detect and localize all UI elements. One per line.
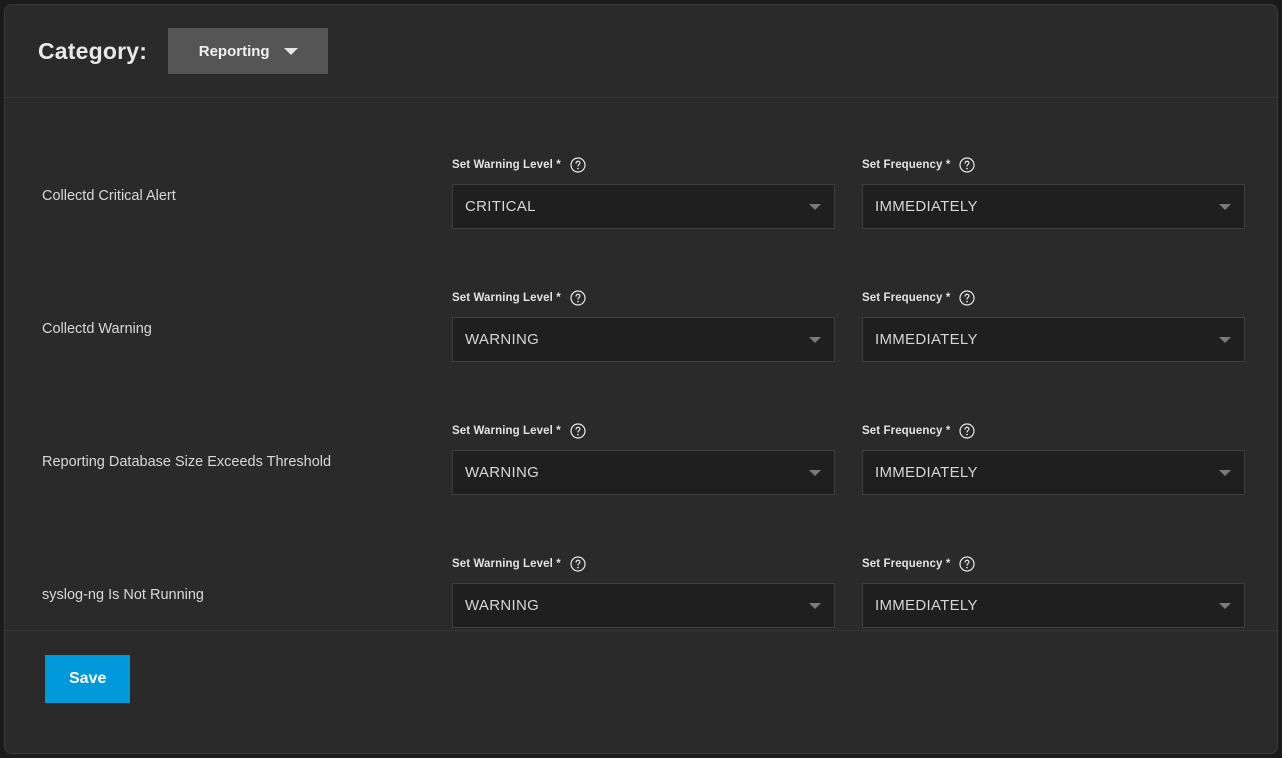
help-circle-icon[interactable] — [959, 556, 976, 572]
help-circle-icon[interactable] — [570, 423, 586, 439]
warning-level-label: Set Warning Level * — [452, 159, 561, 171]
frequency-field: Set Frequency * IMMEDIATELY — [862, 231, 1245, 362]
footer-actions: Save — [5, 630, 1277, 727]
alert-name-label: Collectd Critical Alert — [42, 188, 176, 204]
frequency-select[interactable]: IMMEDIATELY — [862, 450, 1245, 495]
category-dropdown-label: Reporting — [198, 42, 270, 60]
frequency-value: IMMEDIATELY — [875, 331, 978, 348]
frequency-field: Set Frequency * IMMEDIATELY — [862, 497, 1245, 628]
alert-name-label: Collectd Warning — [42, 321, 152, 337]
caret-down-icon — [809, 469, 821, 476]
category-dropdown-button[interactable]: Reporting — [168, 28, 329, 74]
table-row: Reporting Database Size Exceeds Threshol… — [5, 364, 1277, 497]
frequency-select[interactable]: IMMEDIATELY — [862, 583, 1245, 628]
frequency-value: IMMEDIATELY — [875, 597, 978, 614]
caret-down-icon — [1219, 469, 1231, 476]
table-row: syslog-ng Is Not Running Set Warning Lev… — [5, 497, 1277, 630]
warning-level-label: Set Warning Level * — [452, 558, 561, 570]
warning-level-label: Set Warning Level * — [452, 292, 561, 304]
alert-rows: Collectd Critical Alert Set Warning Leve… — [5, 98, 1277, 630]
caret-down-icon — [1219, 203, 1231, 210]
field-label-line: Set Warning Level * — [452, 290, 835, 306]
warning-level-label: Set Warning Level * — [452, 425, 561, 437]
frequency-select[interactable]: IMMEDIATELY — [862, 317, 1245, 362]
warning-level-field: Set Warning Level * WARNING — [452, 364, 835, 495]
warning-level-field: Set Warning Level * WARNING — [452, 231, 835, 362]
frequency-label: Set Frequency * — [862, 292, 951, 304]
table-row: Collectd Warning Set Warning Level * WAR… — [5, 231, 1277, 364]
alert-settings-panel: Category: Reporting Collectd Critical Al… — [4, 4, 1278, 754]
frequency-label: Set Frequency * — [862, 159, 951, 171]
frequency-value: IMMEDIATELY — [875, 464, 978, 481]
field-label-line: Set Frequency * — [862, 556, 1245, 572]
alert-name-label: Reporting Database Size Exceeds Threshol… — [42, 454, 332, 470]
warning-level-select[interactable]: CRITICAL — [452, 184, 835, 229]
warning-level-value: CRITICAL — [465, 198, 536, 215]
field-label-line: Set Frequency * — [862, 423, 1245, 439]
page-title: Category: — [38, 37, 148, 64]
warning-level-value: WARNING — [465, 464, 540, 481]
caret-down-icon — [1219, 602, 1231, 609]
warning-level-select[interactable]: WARNING — [452, 450, 835, 495]
field-label-line: Set Frequency * — [862, 157, 1245, 173]
alert-name-label: syslog-ng Is Not Running — [42, 587, 204, 603]
warning-level-field: Set Warning Level * WARNING — [452, 497, 835, 628]
field-label-line: Set Warning Level * — [452, 423, 835, 439]
help-circle-icon[interactable] — [570, 290, 586, 306]
help-circle-icon[interactable] — [570, 157, 586, 173]
warning-level-field: Set Warning Level * CRITICAL — [452, 98, 835, 229]
warning-level-select[interactable]: WARNING — [452, 317, 835, 362]
caret-down-icon — [809, 203, 821, 210]
help-circle-icon[interactable] — [570, 556, 586, 572]
field-label-line: Set Warning Level * — [452, 556, 835, 572]
caret-down-icon — [809, 602, 821, 609]
warning-level-value: WARNING — [465, 597, 540, 614]
save-button[interactable]: Save — [45, 655, 131, 703]
frequency-select[interactable]: IMMEDIATELY — [862, 184, 1245, 229]
frequency-label: Set Frequency * — [862, 558, 951, 570]
frequency-field: Set Frequency * IMMEDIATELY — [862, 98, 1245, 229]
field-label-line: Set Warning Level * — [452, 157, 835, 173]
frequency-field: Set Frequency * IMMEDIATELY — [862, 364, 1245, 495]
warning-level-value: WARNING — [465, 331, 540, 348]
caret-down-icon — [1219, 336, 1231, 343]
help-circle-icon[interactable] — [959, 423, 976, 439]
help-circle-icon[interactable] — [959, 157, 976, 173]
warning-level-select[interactable]: WARNING — [452, 583, 835, 628]
field-label-line: Set Frequency * — [862, 290, 1245, 306]
frequency-value: IMMEDIATELY — [875, 198, 978, 215]
help-circle-icon[interactable] — [959, 290, 976, 306]
table-row: Collectd Critical Alert Set Warning Leve… — [5, 98, 1277, 231]
caret-down-icon — [809, 336, 821, 343]
frequency-label: Set Frequency * — [862, 425, 951, 437]
chevron-down-icon — [283, 47, 298, 55]
category-header: Category: Reporting — [5, 5, 1277, 98]
